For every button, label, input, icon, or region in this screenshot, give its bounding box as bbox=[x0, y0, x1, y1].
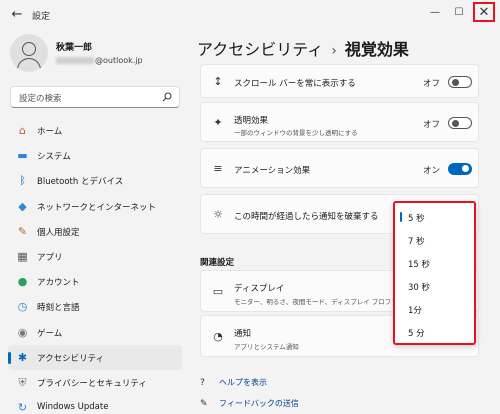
bluetooth-icon: ᛒ bbox=[19, 174, 26, 188]
sidebar-item-label: アカウント bbox=[37, 278, 80, 289]
dropdown-option[interactable]: 7 秒 bbox=[395, 230, 474, 250]
sidebar-item-label: システム bbox=[37, 152, 71, 163]
sidebar-item-label: ゲーム bbox=[37, 328, 63, 339]
home-icon: ⌂ bbox=[19, 124, 26, 137]
sidebar-item-label: ネットワークとインターネット bbox=[37, 202, 157, 213]
maximize-button[interactable]: ☐ bbox=[448, 3, 470, 23]
dropdown-option-label: 5 分 bbox=[408, 329, 425, 339]
sidebar-item[interactable]: ✱ アクセシビリティ bbox=[8, 344, 182, 370]
shield-icon: ⛨ bbox=[18, 375, 27, 389]
dismiss-time-dropdown[interactable]: 5 秒 7 秒 15 秒 30 秒 1分 5 分 bbox=[393, 201, 476, 345]
bell-icon: ◔ bbox=[213, 330, 223, 343]
scrollbars-title: スクロール バーを常に表示する bbox=[234, 79, 356, 89]
animation-toggle[interactable] bbox=[448, 163, 472, 175]
sidebar-item-label: Bluetooth とデバイス bbox=[37, 177, 124, 188]
dropdown-option-label: 30 秒 bbox=[408, 283, 431, 293]
close-button[interactable]: ✕ bbox=[473, 2, 495, 22]
dropdown-option-label: 1分 bbox=[408, 306, 422, 316]
scrollbar-icon: ↕ bbox=[213, 75, 223, 88]
network-icon: ◆ bbox=[18, 199, 27, 213]
dropdown-option[interactable]: 30 秒 bbox=[395, 276, 474, 296]
sidebar-item-label: プライバシーとセキュリティ bbox=[37, 378, 147, 389]
display-title: ディスプレイ bbox=[234, 284, 285, 294]
transparency-state: オフ bbox=[422, 120, 440, 130]
sidebar-item[interactable]: ↻ Windows Update bbox=[8, 395, 182, 414]
sidebar-nav: ⌂ ホーム ▬ システム ᛒ Bluetooth とデバイス ◆ ネットワークとインターネット… bbox=[8, 118, 182, 414]
dropdown-option-label: 5 秒 bbox=[408, 214, 425, 224]
dropdown-option[interactable]: 5 秒 bbox=[395, 207, 474, 227]
sidebar-item-label: アプリ bbox=[37, 252, 63, 263]
sun-icon: ☼ bbox=[213, 208, 223, 221]
notifications-title: 通知 bbox=[234, 329, 252, 339]
sidebar-item-label: ホーム bbox=[37, 127, 63, 137]
page-title: 視覚効果 bbox=[344, 40, 409, 59]
sidebar-item-label: アクセシビリティ bbox=[37, 353, 105, 364]
minimize-button[interactable]: — bbox=[424, 3, 446, 23]
active-indicator bbox=[8, 351, 11, 364]
sidebar-item[interactable]: ◆ ネットワークとインターネット bbox=[8, 194, 182, 219]
transparency-icon: ✦ bbox=[213, 116, 223, 129]
transparency-setting: ✦ 透明効果 一部のウィンドウの背景を少し透明にする オフ bbox=[200, 102, 479, 142]
sidebar-item[interactable]: ▦ アプリ bbox=[8, 244, 182, 269]
dropdown-option-label: 15 秒 bbox=[408, 260, 431, 270]
user-name: 秋葉一郎 bbox=[56, 43, 93, 53]
feedback-icon: ✎ bbox=[200, 399, 208, 409]
breadcrumb-separator: › bbox=[331, 43, 337, 59]
search-icon bbox=[162, 92, 172, 102]
animation-title: アニメーション効果 bbox=[234, 166, 311, 176]
sidebar-item[interactable]: ▬ システム bbox=[8, 143, 182, 168]
back-button[interactable]: ← bbox=[8, 6, 26, 24]
animation-setting: ≡ アニメーション効果 オン bbox=[200, 148, 479, 188]
personalization-icon: ✎ bbox=[17, 224, 28, 238]
dismiss-title: この時間が経過したら通知を破棄する bbox=[234, 212, 379, 222]
sidebar-item[interactable]: ✎ 個人用設定 bbox=[8, 219, 182, 244]
transparency-toggle[interactable] bbox=[448, 117, 472, 129]
accounts-icon: ● bbox=[17, 275, 28, 289]
apps-icon: ▦ bbox=[17, 249, 28, 263]
dropdown-option[interactable]: 15 秒 bbox=[395, 253, 474, 273]
feedback-link[interactable]: ✎ フィードバックの送信 bbox=[200, 398, 299, 409]
sidebar-item[interactable]: ● アカウント bbox=[8, 269, 182, 294]
windows-update-icon: ↻ bbox=[17, 401, 28, 414]
title-bar: ← 設定 — ☐ ✕ bbox=[0, 0, 500, 30]
accessibility-icon: ✱ bbox=[17, 350, 28, 364]
search-placeholder: 設定の検索 bbox=[19, 94, 62, 104]
sidebar-item[interactable]: ᛒ Bluetooth とデバイス bbox=[8, 168, 182, 193]
sidebar-item[interactable]: ◷ 時刻と言語 bbox=[8, 294, 182, 319]
selected-indicator bbox=[400, 212, 402, 222]
redacted-email-blur bbox=[56, 57, 94, 64]
display-subtitle: モニター、明るさ、夜間モード、ディスプレイ プロファイル bbox=[234, 298, 411, 306]
dropdown-option-label: 7 秒 bbox=[408, 237, 425, 247]
related-settings-heading: 関連設定 bbox=[200, 258, 235, 268]
user-email: @outlook.jp bbox=[56, 56, 143, 65]
monitor-icon: ▭ bbox=[212, 285, 224, 298]
sidebar-item[interactable]: ⌂ ホーム bbox=[8, 118, 182, 143]
animation-state: オン bbox=[422, 166, 440, 176]
system-icon: ▬ bbox=[17, 149, 28, 163]
user-profile[interactable]: 秋葉一郎 @outlook.jp bbox=[10, 34, 180, 74]
notifications-subtitle: アプリとシステム通知 bbox=[234, 343, 299, 351]
breadcrumb: アクセシビリティ › 視覚効果 bbox=[197, 36, 409, 60]
scrollbars-setting: ↕ スクロール バーを常に表示する オフ bbox=[200, 64, 479, 98]
help-link[interactable]: ? ヘルプを表示 bbox=[200, 377, 267, 388]
scrollbars-toggle[interactable] bbox=[448, 76, 472, 88]
transparency-title: 透明効果 bbox=[234, 116, 269, 126]
search-input[interactable]: 設定の検索 bbox=[10, 86, 180, 108]
animation-icon: ≡ bbox=[213, 162, 223, 175]
window-title: 設定 bbox=[32, 12, 51, 22]
breadcrumb-parent[interactable]: アクセシビリティ bbox=[197, 40, 323, 59]
gaming-icon: ◉ bbox=[17, 325, 28, 339]
avatar bbox=[10, 34, 48, 72]
dropdown-option[interactable]: 1分 bbox=[395, 299, 474, 319]
sidebar-item-label: 時刻と言語 bbox=[37, 303, 80, 314]
help-icon: ? bbox=[200, 378, 205, 388]
transparency-subtitle: 一部のウィンドウの背景を少し透明にする bbox=[234, 129, 358, 137]
sidebar-item[interactable]: ⛨ プライバシーとセキュリティ bbox=[8, 370, 182, 395]
sidebar-item[interactable]: ◉ ゲーム bbox=[8, 320, 182, 345]
sidebar-item-label: Windows Update bbox=[37, 402, 109, 413]
sidebar-item-label: 個人用設定 bbox=[37, 227, 80, 238]
time-language-icon: ◷ bbox=[17, 300, 28, 314]
scrollbars-state: オフ bbox=[422, 79, 440, 89]
dropdown-option[interactable]: 5 分 bbox=[395, 322, 474, 342]
